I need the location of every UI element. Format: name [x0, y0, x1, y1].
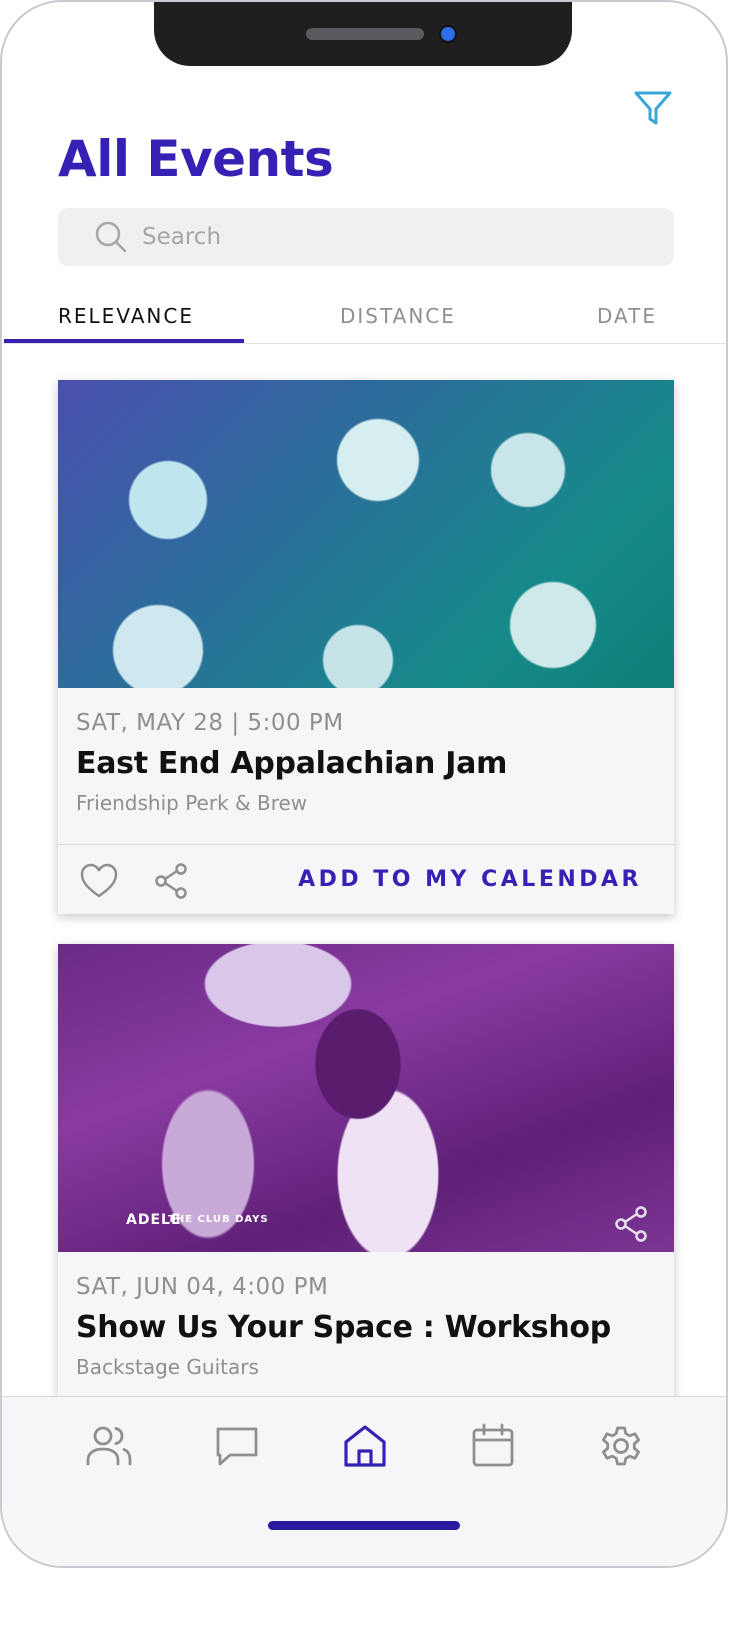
sort-tabs: RELEVANCE DISTANCE DATE: [2, 292, 726, 344]
home-indicator[interactable]: [268, 1521, 460, 1530]
event-title[interactable]: Show Us Your Space : Workshop: [76, 1310, 656, 1345]
event-date: SAT, JUN 04, 4:00 PM: [76, 1274, 329, 1300]
event-details: SAT, MAY 28 | 5:00 PM East End Appalachi…: [58, 688, 674, 844]
tab-distance[interactable]: DISTANCE: [340, 304, 456, 328]
search-bar[interactable]: [58, 208, 674, 266]
bottom-nav: [2, 1396, 726, 1566]
event-venue: Friendship Perk & Brew: [76, 791, 308, 815]
users-icon[interactable]: [84, 1421, 134, 1471]
event-card[interactable]: SAT, MAY 28 | 5:00 PM East End Appalachi…: [58, 380, 674, 914]
page-title: All Events: [58, 130, 334, 188]
front-camera: [441, 27, 455, 41]
gear-icon[interactable]: [596, 1421, 646, 1471]
device-notch: [154, 2, 572, 66]
event-details: SAT, JUN 04, 4:00 PM Show Us Your Space …: [58, 1252, 674, 1408]
share-icon[interactable]: [154, 863, 188, 899]
event-actions: ADD TO MY CALENDAR: [58, 844, 674, 914]
home-icon[interactable]: [340, 1421, 390, 1471]
share-icon[interactable]: [614, 1206, 648, 1242]
event-date: SAT, MAY 28 | 5:00 PM: [76, 710, 344, 736]
filter-icon[interactable]: [632, 88, 674, 128]
event-title[interactable]: East End Appalachian Jam: [76, 746, 656, 781]
active-tab-indicator: [4, 339, 244, 343]
speaker-grille: [306, 28, 424, 40]
event-image[interactable]: [58, 380, 674, 688]
event-card[interactable]: ADELE THE CLUB DAYS SAT, JUN 04, 4:00 PM…: [58, 944, 674, 1414]
add-to-calendar-button[interactable]: ADD TO MY CALENDAR: [298, 867, 642, 892]
tab-relevance[interactable]: RELEVANCE: [58, 304, 194, 328]
event-image[interactable]: ADELE THE CLUB DAYS: [58, 944, 674, 1252]
event-venue: Backstage Guitars: [76, 1355, 259, 1379]
heart-icon[interactable]: [80, 863, 118, 899]
phone-frame: All Events RELEVANCE DISTANCE DATE SAT, …: [0, 0, 728, 1568]
search-icon: [95, 221, 127, 253]
chat-icon[interactable]: [212, 1421, 262, 1471]
search-input[interactable]: [142, 216, 642, 258]
calendar-icon[interactable]: [468, 1421, 518, 1471]
image-poster-text: THE CLUB DAYS: [168, 1214, 269, 1225]
tab-date[interactable]: DATE: [597, 304, 657, 328]
